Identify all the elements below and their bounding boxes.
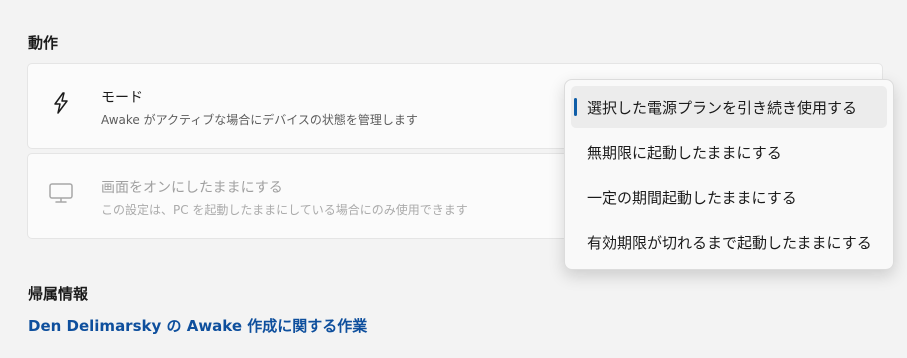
- attribution-link[interactable]: Den Delimarsky の Awake 作成に関する作業: [28, 315, 367, 336]
- mode-dropdown-list[interactable]: 選択した電源プランを引き続き使用する 無期限に起動したままにする 一定の期間起動…: [564, 79, 894, 270]
- mode-option-expirable[interactable]: 有効期限が切れるまで起動したままにする: [571, 221, 887, 263]
- mode-title: モード: [101, 90, 143, 106]
- mode-option-timed[interactable]: 一定の期間起動したままにする: [571, 176, 887, 218]
- mode-option-indefinite[interactable]: 無期限に起動したままにする: [571, 131, 887, 173]
- attribution-title: 帰属情報: [28, 285, 89, 303]
- keep-screen-on-title: 画面をオンにしたままにする: [101, 180, 283, 196]
- mode-option-passive[interactable]: 選択した電源プランを引き続き使用する: [571, 86, 887, 128]
- lightning-icon: [48, 90, 74, 116]
- mode-description: Awake がアクティブな場合にデバイスの状態を管理します: [101, 113, 418, 127]
- section-title: 動作: [28, 34, 59, 52]
- keep-screen-on-description: この設定は、PC を起動したままにしている場合にのみ使用できます: [101, 203, 468, 217]
- monitor-icon: [48, 180, 74, 206]
